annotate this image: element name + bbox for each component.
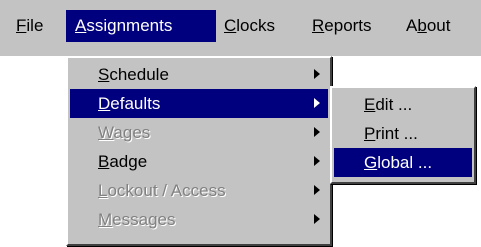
menu-file[interactable]: File	[14, 10, 54, 42]
submenu-arrow-icon	[314, 185, 320, 195]
menu-about-mnemonic: b	[417, 16, 427, 35]
menu-clocks-mnemonic: C	[224, 16, 237, 35]
menu-item-defaults[interactable]: Defaults	[70, 89, 328, 118]
menu-clocks-label: locks	[236, 16, 276, 35]
menu-item-messages-label: essages	[112, 210, 176, 229]
submenu-item-print-mnemonic: P	[364, 124, 376, 143]
submenu-arrow-icon	[314, 156, 320, 166]
menu-reports-label: eports	[324, 16, 372, 35]
submenu-item-global-mnemonic: G	[364, 153, 378, 172]
assignments-dropdown: Schedule Defaults Wages Badge Lockout / …	[66, 56, 332, 246]
menu-reports-mnemonic: R	[312, 16, 325, 35]
menu-item-schedule-label: chedule	[109, 65, 169, 84]
menu-item-messages[interactable]: Messages	[70, 205, 328, 234]
submenu-item-global[interactable]: Global ...	[334, 148, 472, 177]
menu-item-wages[interactable]: Wages	[70, 118, 328, 147]
menu-about-prefix: A	[406, 16, 418, 35]
menu-item-badge-label: adge	[109, 152, 148, 171]
menu-file-label: ile	[26, 16, 44, 35]
menu-item-wages-label: ages	[113, 123, 151, 142]
menu-item-schedule-mnemonic: S	[98, 65, 110, 84]
submenu-arrow-icon	[314, 127, 320, 137]
menu-about-label: out	[426, 16, 451, 35]
submenu-item-edit[interactable]: Edit ...	[334, 90, 472, 119]
submenu-arrow-icon	[314, 69, 320, 79]
menu-item-messages-mnemonic: M	[98, 210, 113, 229]
menu-item-defaults-label: efaults	[110, 94, 161, 113]
menu-item-badge-mnemonic: B	[98, 152, 110, 171]
menu-assignments-mnemonic: A	[75, 16, 87, 35]
menu-item-schedule[interactable]: Schedule	[70, 60, 328, 89]
submenu-arrow-icon	[314, 98, 320, 108]
menu-clocks[interactable]: Clocks	[222, 10, 294, 42]
submenu-item-global-label: lobal ...	[377, 153, 433, 172]
menu-item-defaults-mnemonic: D	[98, 94, 111, 113]
menu-item-badge[interactable]: Badge	[70, 147, 328, 176]
menu-item-lockout-access[interactable]: Lockout / Access	[70, 176, 328, 205]
menu-assignments-label: ssignments	[86, 16, 173, 35]
defaults-submenu: Edit ... Print ... Global ...	[330, 86, 476, 184]
menu-file-mnemonic: F	[16, 16, 27, 35]
menu-item-wages-mnemonic: W	[98, 123, 114, 142]
menu-reports[interactable]: Reports	[310, 10, 394, 42]
menu-item-lockout-access-label: ockout / Access	[107, 181, 226, 200]
menu-assignments[interactable]: Assignments	[66, 10, 216, 42]
submenu-item-edit-label: dit ...	[375, 95, 413, 114]
submenu-arrow-icon	[314, 214, 320, 224]
submenu-item-print[interactable]: Print ...	[334, 119, 472, 148]
submenu-item-edit-mnemonic: E	[364, 95, 376, 114]
submenu-item-print-label: rint ...	[375, 124, 418, 143]
menu-about[interactable]: About	[404, 10, 478, 42]
menu-bar: File Assignments Clocks Reports About	[0, 0, 481, 56]
